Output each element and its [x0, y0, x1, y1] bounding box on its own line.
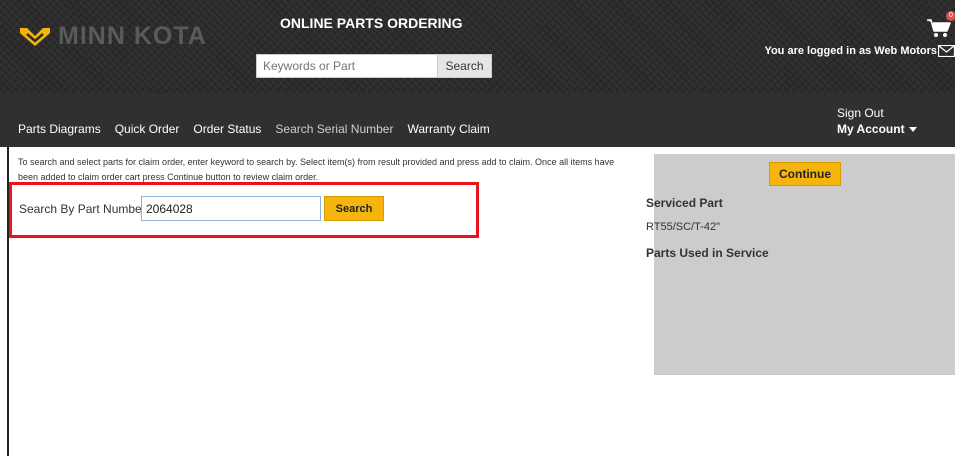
claim-summary-panel [654, 154, 955, 375]
cart-count-badge: 0 [946, 11, 955, 21]
sign-out-link[interactable]: Sign Out [837, 106, 884, 120]
minn-kota-logo-icon [20, 27, 50, 46]
continue-button[interactable]: Continue [769, 162, 841, 186]
logo-text: MINN KOTA [58, 22, 207, 50]
nav-quick-order[interactable]: Quick Order [115, 122, 180, 136]
keyword-search-button[interactable]: Search [438, 54, 492, 78]
site-header: MINN KOTA ONLINE PARTS ORDERING Search Y… [0, 0, 955, 93]
my-account-menu[interactable]: My Account [837, 122, 917, 136]
mail-icon[interactable] [938, 45, 955, 57]
logged-in-text: You are logged in as Web Motors [764, 45, 937, 57]
nav-links: Parts Diagrams Quick Order Order Status … [18, 122, 504, 136]
nav-parts-diagrams[interactable]: Parts Diagrams [18, 122, 101, 136]
main-navbar: Parts Diagrams Quick Order Order Status … [0, 93, 955, 147]
site-title: ONLINE PARTS ORDERING [280, 15, 463, 31]
serviced-part-heading: Serviced Part [646, 196, 723, 210]
serviced-part-value: RT55/SC/T-42" [646, 221, 721, 233]
parts-used-heading: Parts Used in Service [646, 246, 769, 260]
nav-warranty-claim[interactable]: Warranty Claim [407, 122, 489, 136]
keyword-search-input[interactable] [256, 54, 438, 78]
instructions-text: To search and select parts for claim ord… [18, 157, 615, 182]
part-number-input[interactable] [141, 196, 321, 221]
logo[interactable]: MINN KOTA [18, 22, 207, 51]
nav-order-status[interactable]: Order Status [193, 122, 261, 136]
part-search-button[interactable]: Search [324, 196, 384, 221]
nav-search-serial-number[interactable]: Search Serial Number [275, 122, 393, 136]
caret-down-icon [908, 127, 917, 133]
my-account-label: My Account [837, 122, 905, 136]
header-search: Search [256, 54, 492, 78]
part-number-label: Search By Part Number [19, 202, 146, 216]
